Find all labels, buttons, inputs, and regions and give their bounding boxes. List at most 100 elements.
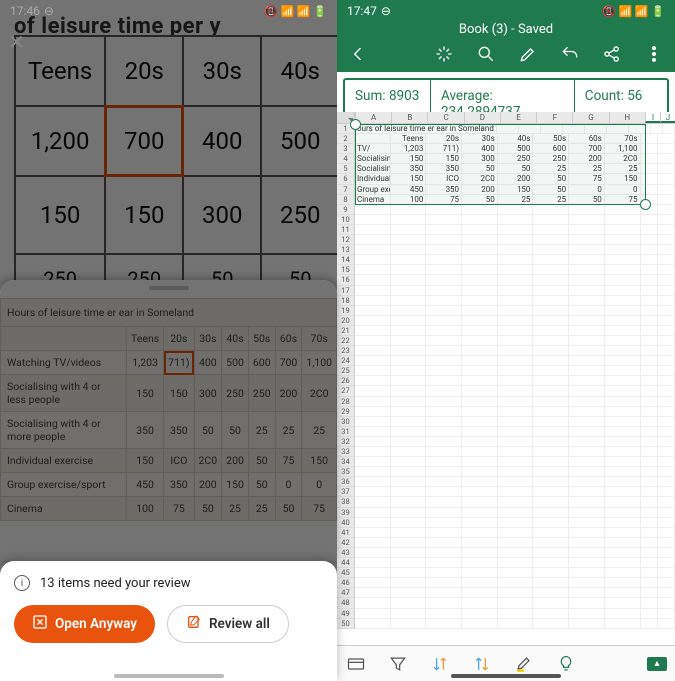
cell[interactable] [355,497,391,507]
cell[interactable] [658,538,675,548]
cell[interactable] [605,548,641,558]
cell[interactable] [355,376,391,386]
cell[interactable] [462,538,498,548]
cell[interactable] [355,397,391,407]
cell[interactable] [605,235,641,245]
row-number[interactable]: 8 [337,195,355,205]
cell[interactable] [426,346,462,356]
cell[interactable] [569,568,605,578]
cell[interactable] [658,397,675,407]
cell[interactable] [658,205,675,215]
cell[interactable] [533,558,569,568]
cell[interactable] [355,558,391,568]
cell[interactable] [426,316,462,326]
cell[interactable] [462,417,498,427]
cell[interactable] [391,306,427,316]
cell[interactable] [658,508,675,518]
cell[interactable]: Teens [391,134,427,144]
cell[interactable] [498,477,534,487]
cell[interactable] [605,538,641,548]
cell[interactable] [462,265,498,275]
cell[interactable] [391,366,427,376]
cell[interactable] [355,255,391,265]
cell[interactable] [569,508,605,518]
cell[interactable] [462,497,498,507]
cell[interactable] [462,306,498,316]
row-number[interactable]: 50 [337,619,355,629]
cell[interactable] [641,185,658,195]
cell[interactable] [391,326,427,336]
cell[interactable] [533,376,569,386]
row-number[interactable]: 7 [337,185,355,195]
cell[interactable] [641,235,658,245]
cell[interactable] [533,528,569,538]
filter-icon[interactable] [387,653,409,675]
cell[interactable] [533,538,569,548]
cell[interactable] [498,518,534,528]
cell[interactable] [569,296,605,306]
cell[interactable]: 25 [569,164,605,174]
cell[interactable] [569,366,605,376]
close-icon[interactable]: ✕ [8,30,25,54]
cell[interactable] [498,538,534,548]
cell[interactable] [605,275,641,285]
cell[interactable] [569,518,605,528]
row-number[interactable]: 16 [337,275,355,285]
cell[interactable] [569,215,605,225]
cell[interactable] [355,578,391,588]
cell[interactable] [426,275,462,285]
spreadsheet-grid[interactable]: ABCDEFGHIJ 1ours of leisure time er ear … [337,112,675,645]
cell[interactable] [533,255,569,265]
cell[interactable] [569,467,605,477]
sort-az-icon[interactable] [429,653,451,675]
cell[interactable] [641,164,658,174]
cell[interactable] [498,306,534,316]
cell[interactable] [462,619,498,629]
cell[interactable] [426,336,462,346]
column-header[interactable]: B [391,112,427,123]
cell[interactable] [426,538,462,548]
cell[interactable] [426,286,462,296]
cell[interactable] [391,548,427,558]
cell[interactable] [498,316,534,326]
cell[interactable] [658,386,675,396]
cell[interactable] [658,275,675,285]
cell[interactable] [569,255,605,265]
cell[interactable] [426,366,462,376]
cell[interactable] [391,457,427,467]
cell[interactable] [391,235,427,245]
cell[interactable] [641,306,658,316]
cell[interactable] [641,508,658,518]
cell[interactable] [605,467,641,477]
cell[interactable] [426,558,462,568]
cell[interactable] [355,306,391,316]
cell[interactable] [426,467,462,477]
cell[interactable] [391,467,427,477]
cell[interactable] [391,397,427,407]
cell[interactable] [658,164,675,174]
cell[interactable] [658,306,675,316]
cell[interactable] [355,326,391,336]
cell[interactable] [533,296,569,306]
cell[interactable] [391,538,427,548]
cell[interactable] [605,578,641,588]
row-number[interactable]: 38 [337,497,355,507]
cell[interactable] [462,568,498,578]
cell[interactable]: Cinema [355,195,391,205]
cell[interactable] [426,235,462,245]
cell[interactable] [641,316,658,326]
cell[interactable] [391,417,427,427]
column-header[interactable]: J [660,112,675,123]
cell[interactable] [658,407,675,417]
cell[interactable] [462,518,498,528]
cell[interactable]: 711) [426,144,462,154]
cell[interactable] [498,407,534,417]
cell[interactable] [605,477,641,487]
cell[interactable] [355,316,391,326]
cell[interactable] [605,316,641,326]
cell[interactable] [462,225,498,235]
cell[interactable] [569,286,605,296]
cell[interactable]: 100 [391,195,427,205]
cell[interactable] [569,316,605,326]
cell[interactable] [391,487,427,497]
